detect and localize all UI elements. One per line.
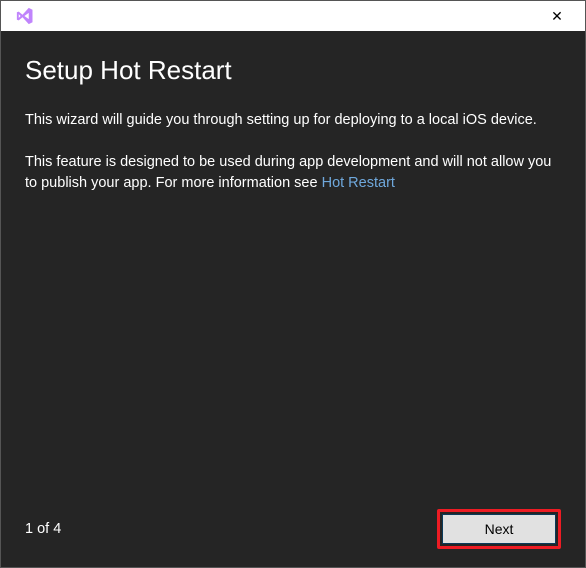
close-button[interactable]: ✕ [537, 2, 577, 30]
intro-paragraph: This wizard will guide you through setti… [25, 110, 561, 130]
feature-text: This feature is designed to be used duri… [25, 154, 551, 190]
wizard-window: ✕ Setup Hot Restart This wizard will gui… [0, 0, 586, 568]
titlebar: ✕ [1, 1, 585, 31]
page-title: Setup Hot Restart [25, 55, 561, 86]
visual-studio-icon [15, 6, 35, 26]
spacer [25, 215, 561, 509]
hot-restart-link[interactable]: Hot Restart [322, 175, 395, 191]
wizard-content: Setup Hot Restart This wizard will guide… [1, 31, 585, 567]
next-button[interactable]: Next [442, 514, 556, 544]
page-indicator: 1 of 4 [25, 521, 61, 537]
feature-paragraph: This feature is designed to be used duri… [25, 152, 561, 193]
next-button-highlight: Next [437, 509, 561, 549]
titlebar-left [9, 6, 35, 26]
wizard-footer: 1 of 4 Next [25, 509, 561, 549]
next-button-label: Next [485, 521, 514, 537]
close-icon: ✕ [551, 8, 563, 25]
